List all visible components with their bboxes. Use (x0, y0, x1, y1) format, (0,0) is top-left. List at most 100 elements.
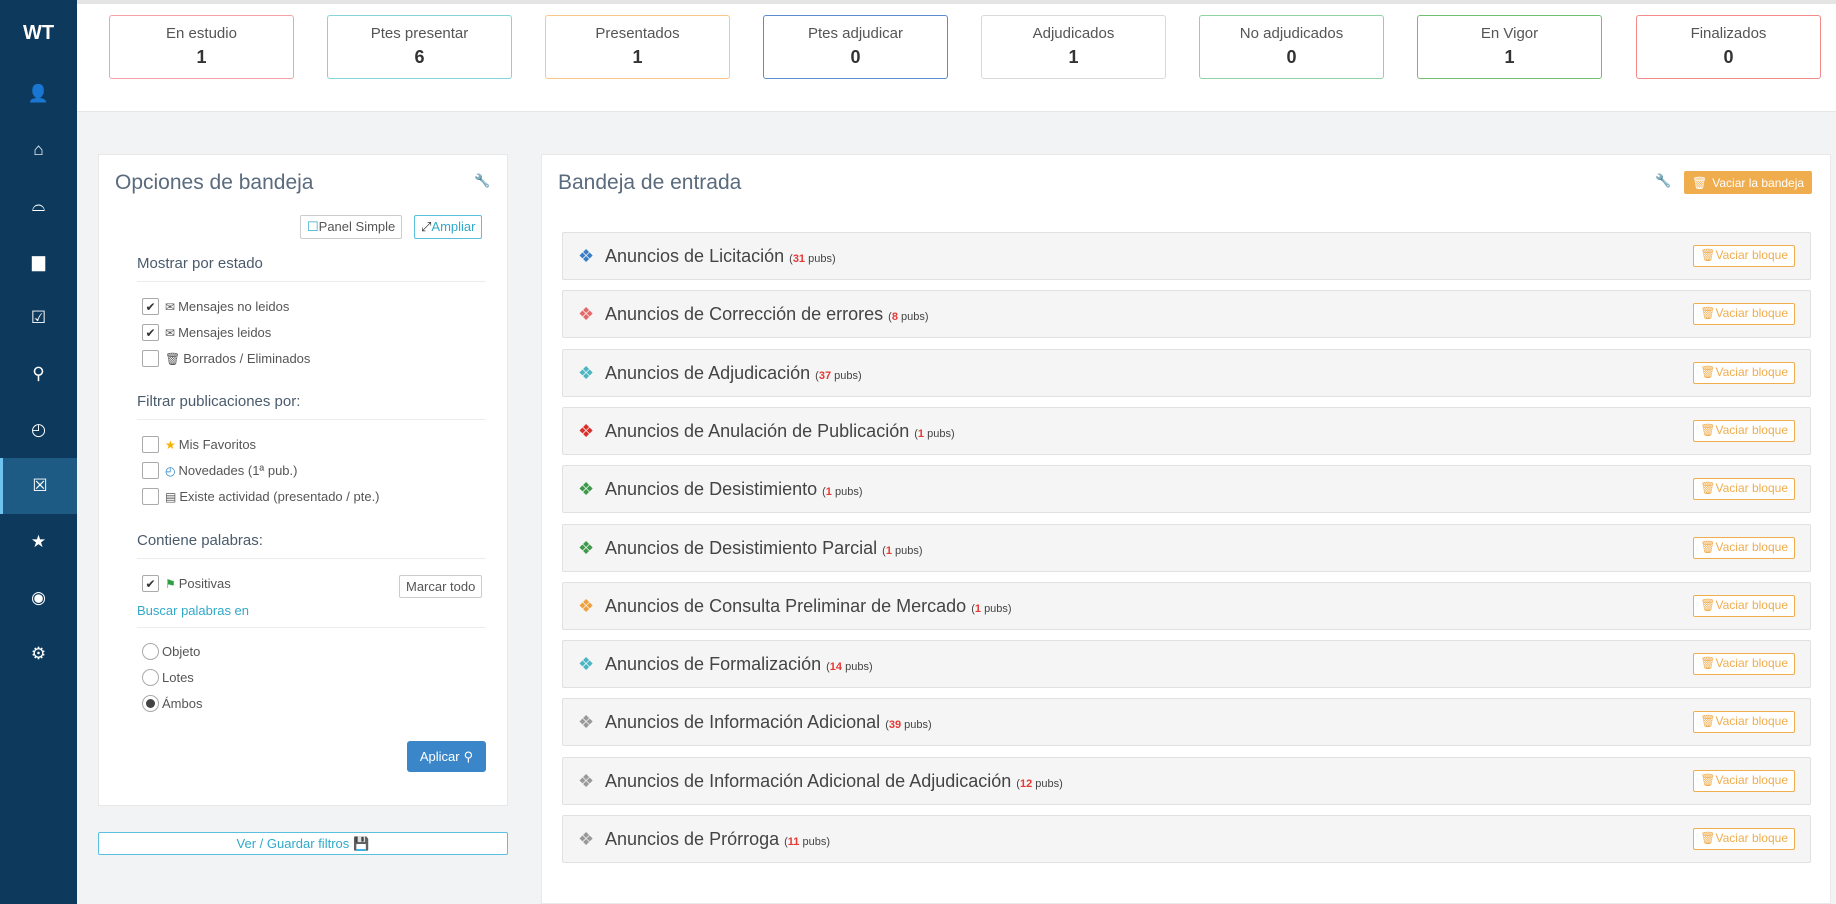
inbox-category-row[interactable]: ❖ Anuncios de Información Adicional (39 p… (562, 698, 1811, 747)
category-name: Anuncios de Información Adicional de Adj… (605, 770, 1012, 791)
checkbox-box[interactable] (142, 436, 159, 453)
cubes-icon: ❖ (578, 246, 595, 266)
category-name: Anuncios de Desistimiento Parcial (605, 537, 878, 558)
stat-card[interactable]: No adjudicados 0 (1199, 15, 1384, 79)
vaciar-bloque-button[interactable]: 🗑Vaciar bloque (1693, 245, 1795, 267)
checkbox-box[interactable]: ✔ (142, 324, 159, 341)
trash-icon: 🗑 (1700, 422, 1716, 437)
stat-card[interactable]: Finalizados 0 (1636, 15, 1821, 79)
star-icon: ★ (30, 532, 47, 551)
app-logo: WT (22, 21, 55, 44)
checkbox-mensajes-leidos[interactable]: ✔ ✉ Mensajes leidos (142, 324, 271, 341)
home-icon: ⌂ (33, 140, 44, 159)
checkbox-novedades[interactable]: ◴ Novedades (1ª pub.) (142, 462, 297, 479)
stat-label: Ptes presentar (370, 25, 469, 42)
checkbox-box[interactable] (142, 488, 159, 505)
checkbox-box[interactable]: ✔ (142, 575, 159, 592)
wrench-icon[interactable]: 🔧 (474, 173, 490, 189)
trash-icon: 🗑 (1700, 597, 1716, 612)
vaciar-bloque-label: Vaciar bloque (1715, 481, 1789, 496)
category-name: Anuncios de Información Adicional (605, 712, 881, 733)
vaciar-bloque-button[interactable]: 🗑Vaciar bloque (1693, 419, 1795, 442)
vaciar-bloque-button[interactable]: 🗑Vaciar bloque (1693, 478, 1795, 501)
wrench-icon[interactable]: 🔧 (1655, 173, 1671, 189)
checkbox-box[interactable] (142, 462, 159, 479)
stat-label: Finalizados (1690, 25, 1767, 42)
ver-guardar-filtros-button[interactable]: Ver / Guardar filtros 💾 (98, 832, 508, 855)
checkbox-existe-actividad[interactable]: ▤ Existe actividad (presentado / pte.) (142, 488, 380, 505)
stat-card[interactable]: Presentados 1 (545, 15, 730, 79)
vaciar-bloque-button[interactable]: 🗑Vaciar bloque (1693, 711, 1795, 734)
sidebar-item-calendar-x[interactable]: ☒ (0, 458, 77, 514)
sidebar-item-calendar-check[interactable]: ☑ (0, 290, 77, 346)
sidebar-item-archive[interactable]: ▆ (0, 234, 77, 290)
radio-ambos[interactable]: Ámbos (142, 695, 202, 712)
sidebar-item-home[interactable]: ⌂ (0, 122, 77, 178)
envelope-icon: ✉ (165, 299, 176, 314)
vaciar-bloque-button[interactable]: 🗑Vaciar bloque (1693, 536, 1795, 559)
sidebar-item-inbox[interactable]: ⌓ (0, 178, 77, 234)
checkbox-box[interactable]: ✔ (142, 298, 159, 315)
stat-card[interactable]: Ptes presentar 6 (327, 15, 512, 79)
vaciar-bloque-button[interactable]: 🗑Vaciar bloque (1693, 653, 1795, 676)
vaciar-bloque-label: Vaciar bloque (1715, 539, 1789, 554)
inbox-category-row[interactable]: ❖ Anuncios de Licitación (31 pubs) 🗑Vaciar… (562, 232, 1811, 280)
inbox-category-row[interactable]: ❖ Anuncios de Formalización (14 pubs) 🗑Vac… (562, 640, 1811, 689)
stat-card[interactable]: En Vigor 1 (1417, 15, 1602, 79)
inbox-category-row[interactable]: ❖ Anuncios de Adjudicación (37 pubs) 🗑Vaci… (562, 348, 1811, 397)
trash-icon: 🗑 (1700, 481, 1716, 496)
sidebar-item-star[interactable]: ★ (0, 514, 77, 570)
sidebar-item-search[interactable]: ⚲ (0, 346, 77, 402)
vaciar-bloque-button[interactable]: 🗑Vaciar bloque (1693, 303, 1795, 326)
marcar-todo-button[interactable]: Marcar todo (399, 575, 483, 598)
stat-card[interactable]: Ptes adjudicar 0 (763, 15, 948, 79)
panel-simple-button[interactable]: ☐Panel Simple (300, 215, 403, 239)
radio-lotes[interactable]: Lotes (142, 669, 194, 686)
checkbox-mensajes-no-leidos[interactable]: ✔ ✉ Mensajes no leidos (142, 298, 289, 315)
sidebar-item-clock[interactable]: ◴ (0, 402, 77, 458)
gear-icon: ⚙ (30, 644, 47, 663)
checkbox-borrados[interactable]: 🗑 Borrados / Eliminados (142, 350, 310, 367)
ampliar-button[interactable]: ⤢Ampliar (414, 215, 483, 239)
sidebar-item-gear[interactable]: ⚙ (0, 626, 77, 682)
vaciar-bloque-label: Vaciar bloque (1715, 422, 1789, 437)
pubs-count: (12 pubs) (1016, 777, 1063, 790)
vaciar-bloque-button[interactable]: 🗑Vaciar bloque (1693, 769, 1795, 792)
inbox-category-row[interactable]: ❖ Anuncios de Consulta Preliminar de Merc… (562, 581, 1811, 630)
cubes-icon: ❖ (578, 304, 595, 325)
sidebar-item-user[interactable]: 👤 (0, 66, 77, 122)
checkbox-label: Novedades (1ª pub.) (178, 463, 298, 478)
vaciar-bloque-button[interactable]: 🗑Vaciar bloque (1693, 361, 1795, 384)
vaciar-bloque-button[interactable]: 🗑Vaciar bloque (1693, 594, 1795, 617)
section-mostrar-estado: Mostrar por estado (137, 255, 486, 282)
inbox-category-row[interactable]: ❖ Anuncios de Información Adicional de Ad… (562, 756, 1811, 805)
section-contiene-palabras: Contiene palabras: (137, 532, 486, 559)
checkbox-box[interactable] (142, 350, 159, 367)
stat-card[interactable]: En estudio 1 (109, 15, 294, 79)
inbox-category-row[interactable]: ❖ Anuncios de Desistimiento (1 pubs) 🗑Vaci… (562, 465, 1811, 514)
stat-value: 6 (414, 47, 425, 67)
stat-value: 1 (196, 47, 207, 67)
inbox-category-row[interactable]: ❖ Anuncios de Prórroga (11 pubs) 🗑Vaciar b… (562, 815, 1811, 863)
inbox-category-row[interactable]: ❖ Anuncios de Anulación de Publicación (1… (562, 406, 1811, 455)
vaciar-bandeja-button[interactable]: 🗑 Vaciar la bandeja (1684, 171, 1813, 194)
stat-card[interactable]: Adjudicados 1 (981, 15, 1166, 79)
checkbox-label: Positivas (178, 576, 231, 591)
radio-objeto[interactable]: Objeto (142, 643, 200, 660)
sidebar-item-user-circle[interactable]: ◉ (0, 570, 77, 626)
checkbox-mis-favoritos[interactable]: ★ Mis Favoritos (142, 436, 256, 453)
buscar-palabras-en-link[interactable]: Buscar palabras en (137, 603, 486, 628)
star-icon: ★ (165, 437, 176, 452)
pubs-count: (8 pubs) (888, 311, 929, 324)
inbox-category-row[interactable]: ❖ Anuncios de Desistimiento Parcial (1 pu… (562, 523, 1811, 572)
aplicar-button[interactable]: Aplicar ⚲ (407, 741, 486, 772)
aplicar-label: Aplicar (419, 749, 460, 764)
radio-circle[interactable] (142, 669, 159, 686)
inbox-category-row[interactable]: ❖ Anuncios de Corrección de errores (8 pu… (562, 290, 1811, 339)
vaciar-bloque-button[interactable]: 🗑Vaciar bloque (1693, 828, 1795, 850)
pubs-word: pubs (895, 544, 919, 557)
radio-circle[interactable] (142, 643, 159, 660)
checkbox-positivas[interactable]: ✔ ⚑ Positivas (142, 575, 231, 592)
category-label: Anuncios de Corrección de errores (8 pub… (605, 304, 929, 325)
radio-circle[interactable] (142, 695, 159, 712)
